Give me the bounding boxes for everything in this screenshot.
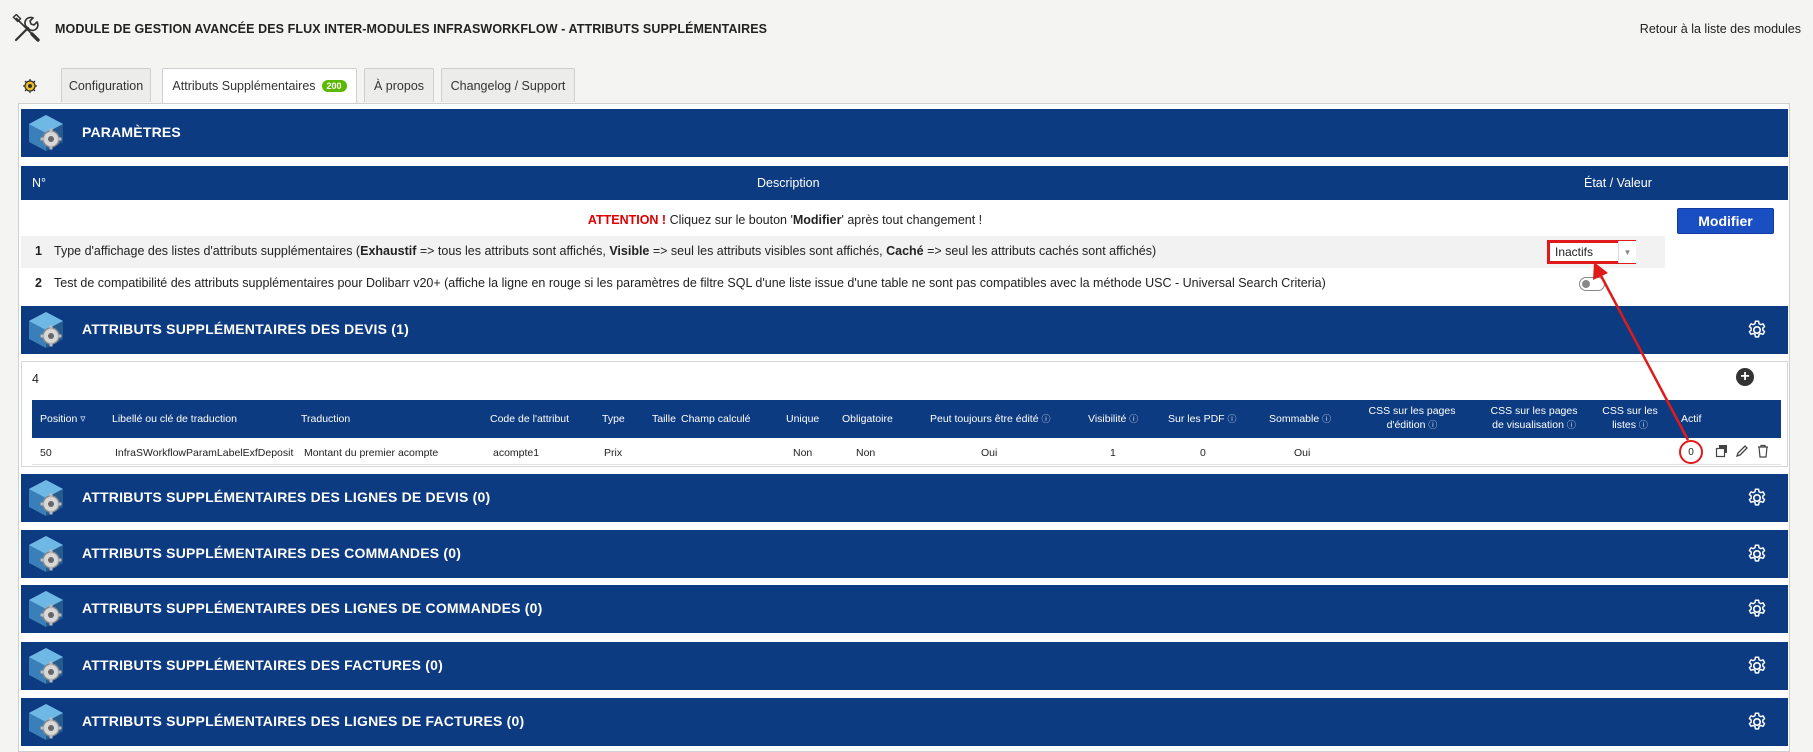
col-description: Description [757, 176, 820, 190]
col-type: Type [602, 413, 625, 425]
col-translation: Traduction [301, 413, 351, 425]
page-title: MODULE DE GESTION AVANCÉE DES FLUX INTER… [55, 22, 768, 36]
pencil-icon[interactable] [1735, 444, 1749, 458]
info-icon: ⓘ [1428, 420, 1438, 430]
chevron-down-icon[interactable]: ▼ [1618, 241, 1636, 263]
gear-icon[interactable] [1746, 487, 1768, 509]
col-code: Code de l'attribut [490, 413, 570, 425]
info-icon: ⓘ [1129, 414, 1139, 424]
cube-gear-icon [25, 588, 67, 630]
cube-gear-icon [25, 533, 67, 575]
info-icon: ⓘ [1041, 414, 1051, 424]
cube-gear-icon [25, 112, 67, 154]
tab-changelog[interactable]: Changelog / Support [441, 68, 575, 102]
param-row-compat-test: 2 Test de compatibilité des attributs su… [35, 276, 1326, 290]
col-summable: Sommable ⓘ [1269, 413, 1332, 425]
tools-icon [12, 14, 40, 42]
col-position[interactable]: Position ▿ [40, 412, 86, 426]
section-parameters: PARAMÈTRES [21, 109, 1788, 157]
col-computed: Champ calculé [681, 413, 751, 425]
attribute-count: 4 [32, 372, 39, 386]
col-unique: Unique [786, 413, 820, 425]
section-devis: ATTRIBUTS SUPPLÉMENTAIRES DES DEVIS (1) [21, 306, 1788, 354]
cube-gear-icon [25, 309, 67, 351]
section-invoice-lines: ATTRIBUTS SUPPLÉMENTAIRES DES LIGNES DE … [21, 698, 1788, 746]
modify-button[interactable]: Modifier [1677, 208, 1774, 234]
trash-icon[interactable] [1756, 444, 1770, 458]
tab-bar: Configuration Attributs Supplémentaires … [0, 68, 1813, 103]
col-css-list: CSS sur les listes ⓘ [1602, 405, 1658, 431]
count-badge: 200 [321, 80, 347, 92]
col-size: Taille [652, 413, 676, 425]
active-value: 0 [1679, 440, 1703, 464]
gear-icon[interactable] [1746, 319, 1768, 341]
info-icon: ⓘ [1227, 414, 1237, 424]
attributes-table-header: Position ▿ Libellé ou clé de traduction … [32, 400, 1781, 438]
col-always-editable: Peut toujours être édité ⓘ [930, 413, 1051, 425]
module-gear-icon [23, 79, 37, 93]
clone-icon[interactable] [1715, 444, 1729, 458]
add-attribute-button[interactable]: + [1736, 368, 1754, 386]
tab-about[interactable]: À propos [364, 68, 434, 102]
col-label: Libellé ou clé de traduction [112, 413, 237, 425]
parameters-header-row: N° Description État / Valeur [21, 166, 1788, 200]
info-icon: ⓘ [1566, 420, 1576, 430]
col-css-edit: CSS sur les pages d'édition ⓘ [1368, 405, 1456, 431]
section-invoices: ATTRIBUTS SUPPLÉMENTAIRES DES FACTURES (… [21, 642, 1788, 690]
col-required: Obligatoire [842, 413, 893, 425]
back-to-modules-link[interactable]: Retour à la liste des modules [1640, 22, 1801, 36]
compat-test-toggle[interactable] [1579, 277, 1605, 291]
section-orders: ATTRIBUTS SUPPLÉMENTAIRES DES COMMANDES … [21, 530, 1788, 578]
top-bar: MODULE DE GESTION AVANCÉE DES FLUX INTER… [0, 0, 1813, 60]
cube-gear-icon [25, 477, 67, 519]
col-on-pdf: Sur les PDF ⓘ [1168, 413, 1237, 425]
col-css-view: CSS sur les pages de visualisation ⓘ [1490, 405, 1578, 431]
warning-message: ATTENTION ! Cliquez sur le bouton 'Modif… [587, 213, 983, 227]
tab-extra-attributes[interactable]: Attributs Supplémentaires 200 [162, 68, 357, 103]
info-icon: ⓘ [1638, 420, 1648, 430]
col-visibility: Visibilité ⓘ [1088, 413, 1139, 425]
table-row: 50 InfraSWorkflowParamLabelExfDeposit Mo… [32, 439, 1781, 465]
param-row-display-type: 1 Type d'affichage des listes d'attribut… [21, 236, 1665, 268]
col-state: État / Valeur [1584, 176, 1652, 190]
tab-configuration[interactable]: Configuration [61, 68, 151, 102]
cube-gear-icon [25, 701, 67, 743]
cube-gear-icon [25, 645, 67, 687]
gear-icon[interactable] [1746, 543, 1768, 565]
col-active: Actif [1681, 413, 1702, 425]
col-num: N° [32, 176, 47, 190]
gear-icon[interactable] [1746, 711, 1768, 733]
gear-icon[interactable] [1746, 655, 1768, 677]
section-devis-lines: ATTRIBUTS SUPPLÉMENTAIRES DES LIGNES DE … [21, 474, 1788, 522]
gear-icon[interactable] [1746, 598, 1768, 620]
section-order-lines: ATTRIBUTS SUPPLÉMENTAIRES DES LIGNES DE … [21, 585, 1788, 633]
info-icon: ⓘ [1322, 414, 1332, 424]
